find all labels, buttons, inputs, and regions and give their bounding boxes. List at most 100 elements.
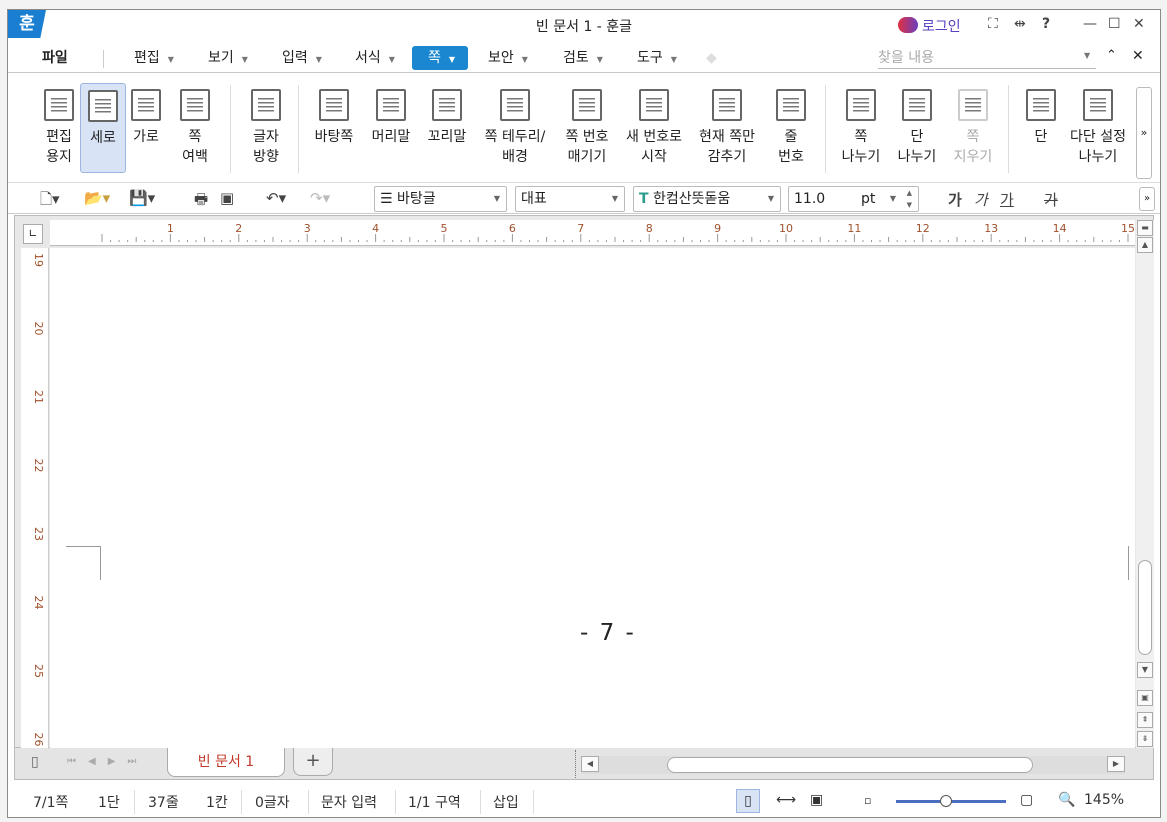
- page[interactable]: - 7 -: [50, 248, 1135, 749]
- menu-security[interactable]: 보안 ▼: [482, 46, 534, 70]
- menu-file[interactable]: 파일: [36, 46, 74, 70]
- ribbon-label: 줄: [784, 129, 798, 145]
- ribbon-button-17[interactable]: 다단 설정 나누기: [1061, 83, 1135, 173]
- ribbon-button-14[interactable]: 단 나누기: [894, 83, 940, 173]
- zoom-slider-handle[interactable]: [939, 795, 952, 807]
- account-icon[interactable]: [898, 17, 918, 33]
- ribbon-button-11[interactable]: 현재 쪽만 감추기: [690, 83, 764, 173]
- strikethrough-button[interactable]: 가: [1044, 189, 1058, 210]
- maximize-button[interactable]: ☐: [1108, 16, 1121, 32]
- scroll-right-icon[interactable]: ▶: [1107, 756, 1125, 772]
- zoom-in-icon[interactable]: ▢: [1020, 792, 1033, 808]
- open-folder-icon[interactable]: 📂▾: [84, 189, 110, 207]
- preview-icon[interactable]: ▣: [220, 189, 234, 207]
- scroll-thumb[interactable]: [667, 757, 1033, 773]
- ribbon-more-icon[interactable]: »: [1136, 87, 1152, 179]
- new-document-icon[interactable]: 🗋▾: [40, 189, 60, 214]
- horizontal-ruler[interactable]: 1 2 3 4 5 6 7 8 9 10 11 12 13 14 15: [50, 220, 1135, 246]
- ribbon-button-6[interactable]: 머리말: [368, 83, 414, 173]
- menu-review[interactable]: 검토 ▼: [557, 46, 609, 70]
- shapes-icon[interactable]: ◆: [700, 46, 723, 70]
- scroll-thumb[interactable]: [1138, 560, 1152, 655]
- next-page-icon[interactable]: ⇟: [1137, 731, 1153, 747]
- search-dropdown-icon[interactable]: ▼: [1084, 51, 1090, 60]
- horizontal-scrollbar[interactable]: ◀ ▶: [581, 756, 1125, 774]
- ribbon-button-13[interactable]: 쪽 나누기: [838, 83, 884, 173]
- ribbon-button-5[interactable]: 바탕쪽: [311, 83, 357, 173]
- magnifier-icon[interactable]: 🔍: [1058, 792, 1075, 808]
- font-size-input[interactable]: 11.0 pt ▼ ▲ ▼: [788, 186, 919, 212]
- full-page-icon[interactable]: ▣: [810, 792, 823, 808]
- ribbon-collapse-icon[interactable]: ⌃: [1106, 48, 1117, 63]
- page-layout-icon[interactable]: ▯: [31, 754, 39, 770]
- ribbon-button-4[interactable]: 글자 방향: [243, 83, 289, 173]
- fullscreen-icon[interactable]: ⛶: [988, 16, 998, 32]
- zoom-slider[interactable]: [896, 795, 1006, 807]
- zoom-level[interactable]: 145%: [1084, 792, 1124, 808]
- ribbon-button-0[interactable]: 편집 용지: [36, 83, 82, 173]
- ruler-label: 2: [235, 222, 242, 235]
- menu-format[interactable]: 서식 ▼: [349, 46, 401, 70]
- ribbon-button-7[interactable]: 꼬리말: [424, 83, 470, 173]
- menu-view[interactable]: 보기 ▼: [202, 46, 254, 70]
- scroll-down-icon[interactable]: ▼: [1137, 662, 1153, 678]
- scroll-up-icon[interactable]: ▲: [1137, 237, 1153, 253]
- menu-label: 쪽: [428, 50, 441, 66]
- undo-icon[interactable]: ↶▾: [266, 189, 286, 207]
- menu-label: 편집: [134, 50, 160, 66]
- status-input-mode[interactable]: 문자 입력: [321, 792, 377, 812]
- page-view-icon[interactable]: ▯: [736, 789, 760, 813]
- toolbar-more-icon[interactable]: »: [1139, 187, 1155, 211]
- ribbon-button-8[interactable]: 쪽 테두리/배경: [478, 83, 552, 173]
- menu-tools[interactable]: 도구 ▼: [631, 46, 683, 70]
- vertical-ruler[interactable]: 19 20 21 22 23 24 25 26: [21, 248, 49, 748]
- ribbon-button-12[interactable]: 줄 번호: [768, 83, 814, 173]
- style-select[interactable]: ☰ 바탕글 ▼: [374, 186, 507, 212]
- status-insert-mode[interactable]: 삽입: [493, 792, 519, 812]
- prev-page-icon[interactable]: ⇞: [1137, 712, 1153, 728]
- resize-icon[interactable]: ⇹: [1014, 16, 1026, 32]
- add-tab-button[interactable]: +: [293, 748, 333, 776]
- ribbon-icon: [180, 89, 210, 121]
- print-icon[interactable]: 🖶: [194, 189, 208, 214]
- vertical-scrollbar[interactable]: ▬ ▲ ▼ ▣ ⇞ ⇟: [1136, 220, 1154, 748]
- spinner-icon[interactable]: ▲ ▼: [907, 187, 912, 211]
- outline-select[interactable]: 대표 ▼: [515, 186, 625, 212]
- italic-button[interactable]: 가: [974, 189, 988, 210]
- app-window: 훈 빈 문서 1 - 훈글 로그인 ⛶ ⇹ ? — ☐ ✕ 파일 편집 ▼ 보기 ▼…: [7, 9, 1161, 818]
- ribbon-label: 나누기: [841, 149, 881, 165]
- splitter[interactable]: [575, 750, 576, 778]
- menu-insert[interactable]: 입력 ▼: [276, 46, 328, 70]
- font-select[interactable]: T 한컴산뜻돋움 ▼: [633, 186, 781, 212]
- redo-icon[interactable]: ↷▾: [310, 189, 330, 207]
- help-icon[interactable]: ?: [1042, 16, 1050, 32]
- document-tab[interactable]: 빈 문서 1: [167, 748, 285, 777]
- ruler-label: 6: [509, 222, 516, 235]
- ruler-label: 4: [372, 222, 379, 235]
- save-icon[interactable]: 💾▾: [129, 189, 155, 207]
- search-input[interactable]: 찾을 내용: [878, 47, 1096, 69]
- search-close-icon[interactable]: ✕: [1132, 48, 1144, 64]
- fit-width-icon[interactable]: ⟷: [776, 792, 796, 808]
- tab-navigation-icon[interactable]: ⏮◀▶⏭: [67, 756, 148, 767]
- scroll-left-icon[interactable]: ◀: [581, 756, 599, 772]
- ribbon-button-2[interactable]: 가로: [123, 83, 169, 173]
- underline-button[interactable]: 가: [1000, 189, 1014, 210]
- ribbon-button-1[interactable]: 세로: [80, 83, 126, 173]
- menu-edit[interactable]: 편집 ▼: [128, 46, 180, 70]
- ribbon-button-9[interactable]: 쪽 번호 매기기: [550, 83, 624, 173]
- minimize-button[interactable]: —: [1083, 16, 1097, 32]
- login-link[interactable]: 로그인: [922, 16, 961, 36]
- page-view-icon[interactable]: ▣: [1137, 690, 1153, 706]
- ribbon-button-16[interactable]: 단: [1018, 83, 1064, 173]
- zoom-out-icon[interactable]: ▫: [864, 794, 871, 807]
- bold-button[interactable]: 가: [948, 189, 962, 210]
- menu-page[interactable]: 쪽 ▼: [412, 46, 468, 70]
- ribbon-label: 다단 설정: [1070, 129, 1126, 145]
- ribbon-button-15[interactable]: 쪽 지우기: [950, 83, 996, 173]
- close-button[interactable]: ✕: [1133, 16, 1145, 32]
- ribbon-button-10[interactable]: 새 번호로 시작: [617, 83, 691, 173]
- split-icon[interactable]: ▬: [1137, 220, 1153, 236]
- tab-stop-icon[interactable]: ∟: [23, 224, 43, 244]
- ribbon-button-3[interactable]: 쪽 여백: [172, 83, 218, 173]
